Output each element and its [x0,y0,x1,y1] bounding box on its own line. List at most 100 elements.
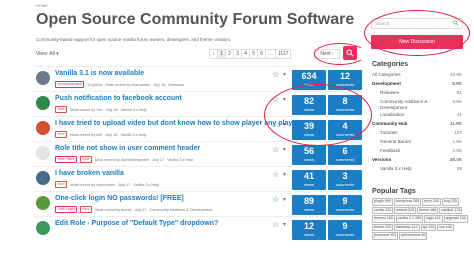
comments-count-label: comments [335,232,355,237]
discussion-meta: New Most recent by charrondev July 17 Vanil… [55,181,159,188]
view-all-dropdown[interactable]: View: All ▾ [36,51,59,57]
category-item[interactable]: Community Hub 11.9K [372,121,462,129]
category-item[interactable]: General Banter 1.5K [372,139,462,147]
discussion-title-link[interactable]: Push notification to facebook account [55,95,182,102]
popular-tag[interactable]: theme 123 [372,223,393,231]
category-name: Tutorials [380,130,398,135]
discussion-meta: Paid Login New Most recent by dumol July 17… [55,206,212,213]
discussion-tag[interactable]: Paid Login [55,206,77,213]
bookmark-star-icon[interactable]: ☆ [272,221,279,229]
bookmark-star-icon[interactable]: ☆ [272,146,279,154]
discussion-title-link[interactable]: I have broken vanilla [55,170,124,177]
category-count: 1.0K [452,148,462,153]
comments-count-number: 6 [342,146,348,156]
chevron-down-icon[interactable]: ▾ [283,146,286,154]
meta-item: Most recent by dumol [95,207,132,212]
category-item[interactable]: Tutorials 107 [372,130,462,138]
popular-tag[interactable]: vanilla2 175 [439,206,463,214]
discussion-row[interactable]: Edit Role - Purpose of "Default Type" dr… [34,216,362,241]
comments-count-number: 9 [342,196,348,206]
category-item[interactable]: Localization 41 [372,112,462,120]
popular-tag[interactable]: database 112 [393,223,420,231]
category-item[interactable]: All Categories 49.8K [372,72,462,80]
avatar[interactable] [36,196,50,210]
comments-count-label: comments [335,157,355,162]
avatar[interactable] [36,121,50,135]
comments-count-number: 9 [342,221,348,231]
category-count: 11.9K [449,121,462,126]
meta-item: July 18 [153,82,166,87]
popular-tag[interactable]: vanilla 2.1 155 [395,215,423,223]
categories-heading: Categories [372,61,409,68]
category-item[interactable]: Versions 28.4K [372,157,462,165]
discussion-tag[interactable]: New [79,206,93,213]
comments-count: 6 comments [328,145,362,165]
popular-tag[interactable]: bug 233 [441,198,459,206]
category-count: 41 [456,112,462,117]
avatar[interactable] [36,71,50,85]
avatar[interactable] [36,171,50,185]
views-count-number: 89 [303,196,314,206]
popular-tag[interactable]: login 144 [423,215,443,223]
popular-tag[interactable]: permissions 95 [399,232,428,240]
discussion-tag[interactable]: New [55,106,68,113]
discussion-tag[interactable]: New [79,156,92,163]
meta-item: Most recent by charrondev [105,82,151,87]
comments-count: 9 comments [328,220,362,240]
popular-tag[interactable]: embed 229 [394,206,417,214]
category-count: 107 [454,130,462,135]
popular-tag[interactable]: css 105 [437,223,454,231]
popular-tag[interactable]: wordpress 285 [393,198,422,206]
discussion-title-link[interactable]: Role title not show in user comment head… [55,145,200,152]
discussion-tag[interactable]: New [55,131,68,138]
chevron-down-icon[interactable]: ▾ [283,196,286,204]
discussion-meta: Role Titles New Most recent by donshakespe… [55,156,193,163]
category-item[interactable]: Releases 81 [372,90,462,98]
category-item[interactable]: Development 8.9K [372,81,462,89]
popular-tag[interactable]: themes 160 [372,215,395,223]
discussion-row[interactable]: I have broken vanilla New Most recent by c… [34,166,362,191]
bookmark-star-icon[interactable]: ☆ [272,171,279,179]
discussion-tag[interactable]: Role Titles [55,156,77,163]
popular-tag[interactable]: upgrade 133 [443,215,468,223]
category-count: 1.5K [452,139,462,144]
annotation-circle [364,10,470,56]
breadcrumb[interactable]: HOME [36,3,48,8]
popular-tag[interactable]: plugin 996 [372,198,393,206]
category-name: Vanilla 3.x Help [380,166,412,171]
page-last[interactable]: 1117 [275,49,292,59]
category-item[interactable]: Vanilla 3.x Help 89 [372,166,462,174]
popular-tag[interactable]: vanilla 233 [372,206,394,214]
category-count: 6.5K [452,99,462,104]
meta-item: July 17 [118,182,131,187]
bookmark-star-icon[interactable]: ☆ [272,196,279,204]
avatar[interactable] [36,221,50,235]
popular-tag[interactable]: api 106 [420,223,437,231]
discussion-title-link[interactable]: One-click login NO passwords! [FREE] [55,195,184,202]
category-count: 28.4K [449,157,462,162]
avatar[interactable] [36,96,50,110]
discussion-meta: Announcement 11 points Most recent by char… [55,81,184,88]
chevron-down-icon[interactable]: ▾ [283,71,286,79]
chevron-down-icon[interactable]: ▾ [283,221,286,229]
discussion-row[interactable]: One-click login NO passwords! [FREE] Paid… [34,191,362,216]
chevron-down-icon[interactable]: ▾ [283,171,286,179]
comments-count: 9 comments [328,195,362,215]
popular-tag[interactable]: jsconnect 101 [372,232,399,240]
views-count: 41 views [292,170,326,190]
discussion-title-link[interactable]: Edit Role - Purpose of "Default Type" dr… [55,220,218,227]
discussion-tag[interactable]: New [55,181,68,188]
avatar[interactable] [36,146,50,160]
discussion-title-link[interactable]: Vanilla 3.1 is now available [55,70,144,77]
category-item[interactable]: Feedback 1.0K [372,148,462,156]
popular-tag[interactable]: error 245 [422,198,441,206]
category-count: 8.9K [452,81,462,86]
discussion-tag[interactable]: Announcement [55,81,85,88]
bookmark-star-icon[interactable]: ☆ [272,71,279,79]
views-count: 12 views [292,220,326,240]
category-name: General Banter [380,139,412,144]
popular-tag[interactable]: theme 188 [417,206,439,214]
views-count-number: 12 [303,221,314,231]
views-count-label: views [303,232,314,237]
category-item[interactable]: Community Additions & Development 6.5K [372,99,462,112]
